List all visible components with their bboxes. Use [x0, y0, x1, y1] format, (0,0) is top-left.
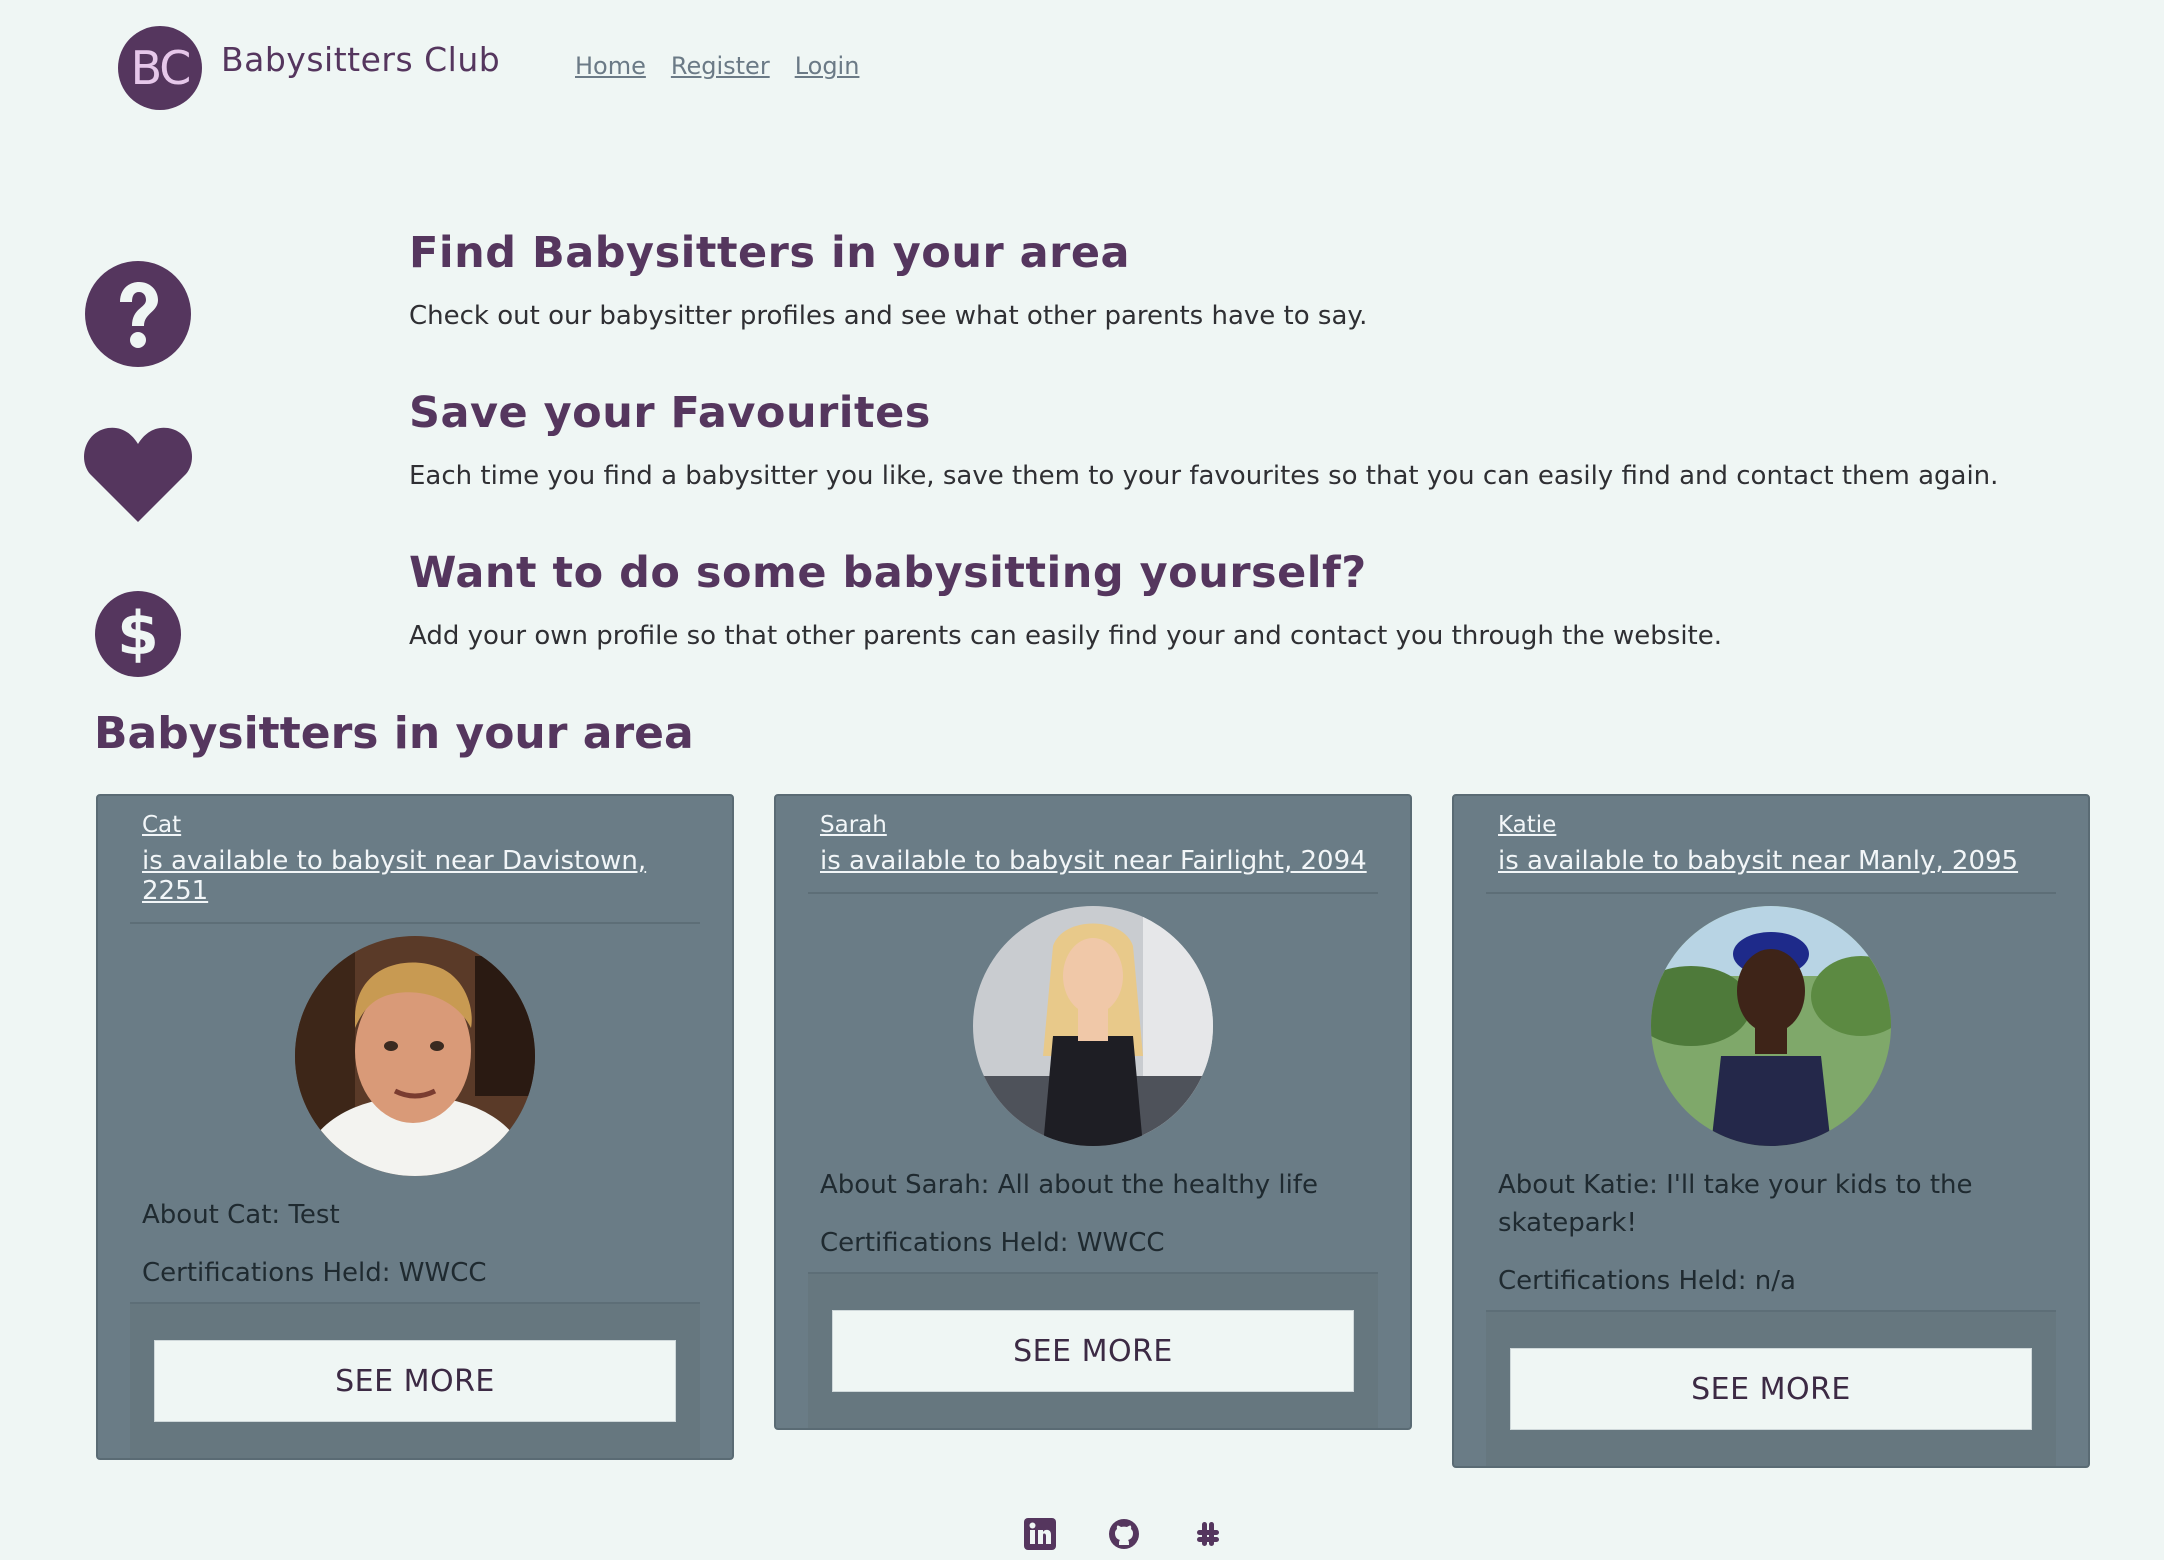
slack-icon[interactable]: [1192, 1518, 1224, 1550]
footer-social: [1024, 1518, 1224, 1550]
github-icon[interactable]: [1108, 1518, 1140, 1550]
card-about: About Katie: I'll take your kids to the …: [1498, 1170, 1973, 1238]
avatar: [973, 906, 1213, 1146]
card-header: Cat is available to babysit near Davisto…: [130, 796, 700, 924]
see-more-button[interactable]: SEE MORE: [154, 1340, 676, 1422]
card-certifications: Certifications Held: n/a: [1498, 1266, 1796, 1296]
feature-title-babysit: Want to do some babysitting yourself?: [409, 548, 1367, 598]
feature-title-find: Find Babysitters in your area: [409, 228, 1131, 278]
see-more-button[interactable]: SEE MORE: [1510, 1348, 2032, 1430]
card-header: Sarah is available to babysit near Fairl…: [808, 796, 1378, 894]
card-certifications: Certifications Held: WWCC: [142, 1258, 487, 1288]
section-title: Babysitters in your area: [94, 708, 694, 759]
feature-desc-babysit: Add your own profile so that other paren…: [409, 621, 1722, 651]
see-more-button[interactable]: SEE MORE: [832, 1310, 1354, 1392]
linkedin-icon[interactable]: [1024, 1518, 1056, 1550]
feature-title-favourites: Save your Favourites: [409, 388, 931, 438]
nav-register-link[interactable]: Register: [671, 52, 770, 80]
card-location-link[interactable]: is available to babysit near Davistown, …: [142, 846, 700, 906]
card-location-link[interactable]: is available to babysit near Fairlight, …: [820, 846, 1378, 876]
card-about: About Sarah: All about the healthy life: [820, 1170, 1318, 1200]
card-location-link[interactable]: is available to babysit near Manly, 2095: [1498, 846, 2056, 876]
nav-login-link[interactable]: Login: [795, 52, 860, 80]
feature-desc-find: Check out our babysitter profiles and se…: [409, 301, 1368, 331]
card-name-link[interactable]: Cat: [142, 812, 700, 838]
card-footer: SEE MORE: [130, 1302, 700, 1458]
card-header: Katie is available to babysit near Manly…: [1486, 796, 2056, 894]
main-nav: Home Register Login: [575, 52, 859, 80]
card-about: About Cat: Test: [142, 1200, 340, 1230]
heart-icon: [84, 427, 192, 522]
card-name-link[interactable]: Sarah: [820, 812, 1378, 838]
question-icon: [85, 261, 191, 367]
brand-name: Babysitters Club: [221, 40, 501, 79]
dollar-icon: $: [95, 591, 181, 677]
babysitter-card: Sarah is available to babysit near Fairl…: [774, 794, 1412, 1430]
card-footer: SEE MORE: [1486, 1310, 2056, 1466]
card-name-link[interactable]: Katie: [1498, 812, 2056, 838]
svg-text:$: $: [117, 599, 159, 669]
card-certifications: Certifications Held: WWCC: [820, 1228, 1165, 1258]
feature-desc-favourites: Each time you find a babysitter you like…: [409, 461, 1999, 491]
nav-home-link[interactable]: Home: [575, 52, 646, 80]
logo[interactable]: BC: [118, 26, 202, 110]
avatar: [1651, 906, 1891, 1146]
babysitter-card: Katie is available to babysit near Manly…: [1452, 794, 2090, 1468]
babysitter-card: Cat is available to babysit near Davisto…: [96, 794, 734, 1460]
logo-text: BC: [130, 41, 192, 95]
avatar: [295, 936, 535, 1176]
card-footer: SEE MORE: [808, 1272, 1378, 1428]
